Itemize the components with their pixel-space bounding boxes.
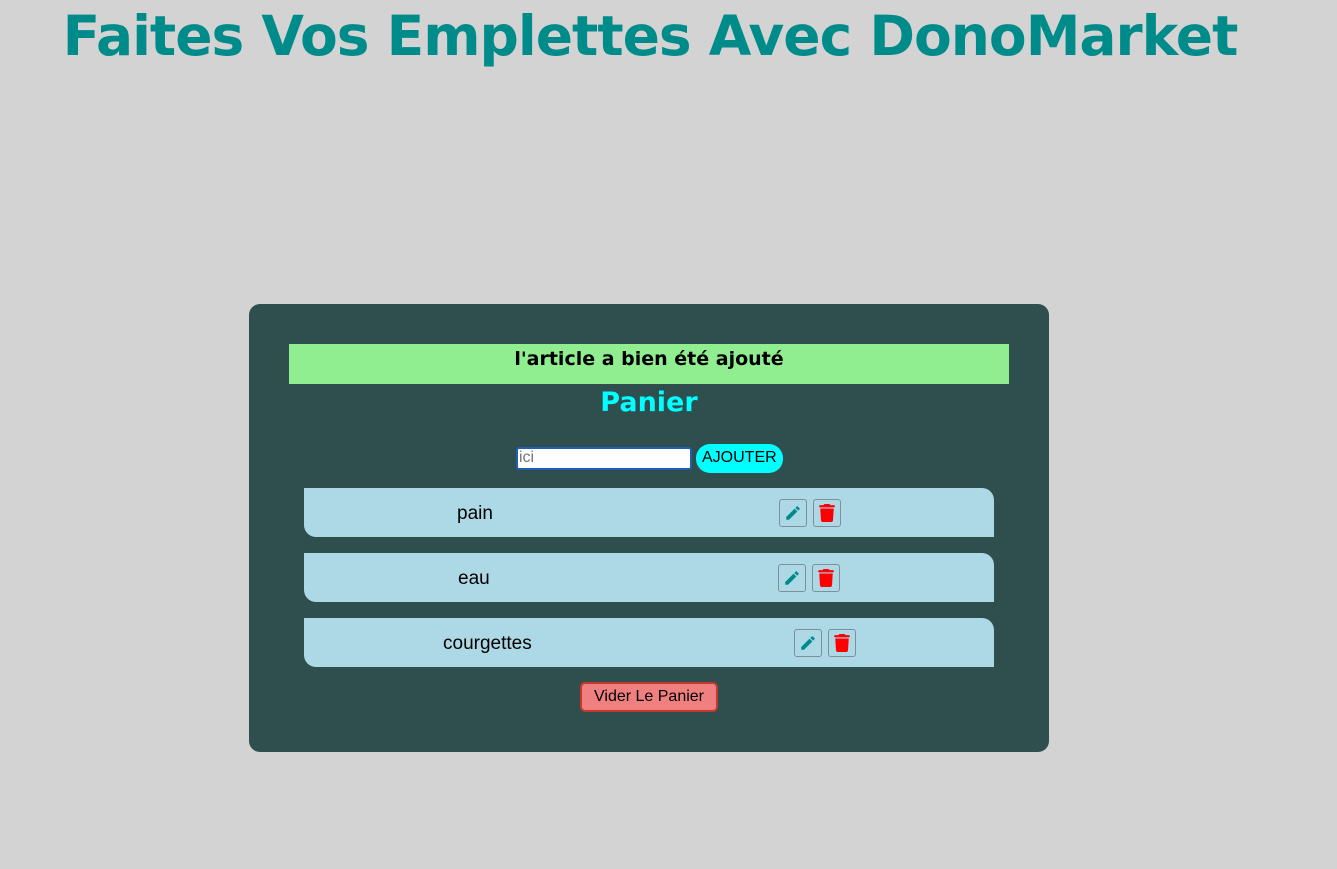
item-actions — [778, 564, 840, 592]
empty-cart-button[interactable]: Vider Le Panier — [580, 682, 718, 712]
list-item: courgettes — [304, 618, 994, 667]
page-title: Faites Vos Emplettes Avec DonoMarket — [62, 4, 1239, 68]
cart-list: pain eau courgettes — [304, 488, 994, 683]
item-actions — [794, 629, 856, 657]
trash-icon — [818, 569, 834, 587]
item-label: pain — [457, 503, 493, 524]
item-input[interactable] — [516, 446, 692, 470]
edit-button[interactable] — [778, 564, 806, 592]
pencil-icon — [801, 636, 815, 650]
edit-button[interactable] — [779, 499, 807, 527]
delete-button[interactable] — [828, 629, 856, 657]
cart-panel: l'article a bien été ajouté Panier AJOUT… — [249, 304, 1049, 752]
delete-button[interactable] — [812, 564, 840, 592]
item-label: courgettes — [443, 633, 532, 654]
edit-button[interactable] — [794, 629, 822, 657]
list-item: eau — [304, 553, 994, 602]
pencil-icon — [786, 506, 800, 520]
trash-icon — [834, 634, 850, 652]
trash-icon — [819, 504, 835, 522]
delete-button[interactable] — [813, 499, 841, 527]
success-alert: l'article a bien été ajouté — [289, 344, 1009, 384]
item-label: eau — [458, 568, 490, 589]
list-item: pain — [304, 488, 994, 537]
item-actions — [779, 499, 841, 527]
add-button[interactable]: AJOUTER — [696, 443, 783, 473]
add-item-form: AJOUTER — [516, 443, 783, 473]
cart-title: Panier — [600, 387, 698, 418]
pencil-icon — [785, 571, 799, 585]
